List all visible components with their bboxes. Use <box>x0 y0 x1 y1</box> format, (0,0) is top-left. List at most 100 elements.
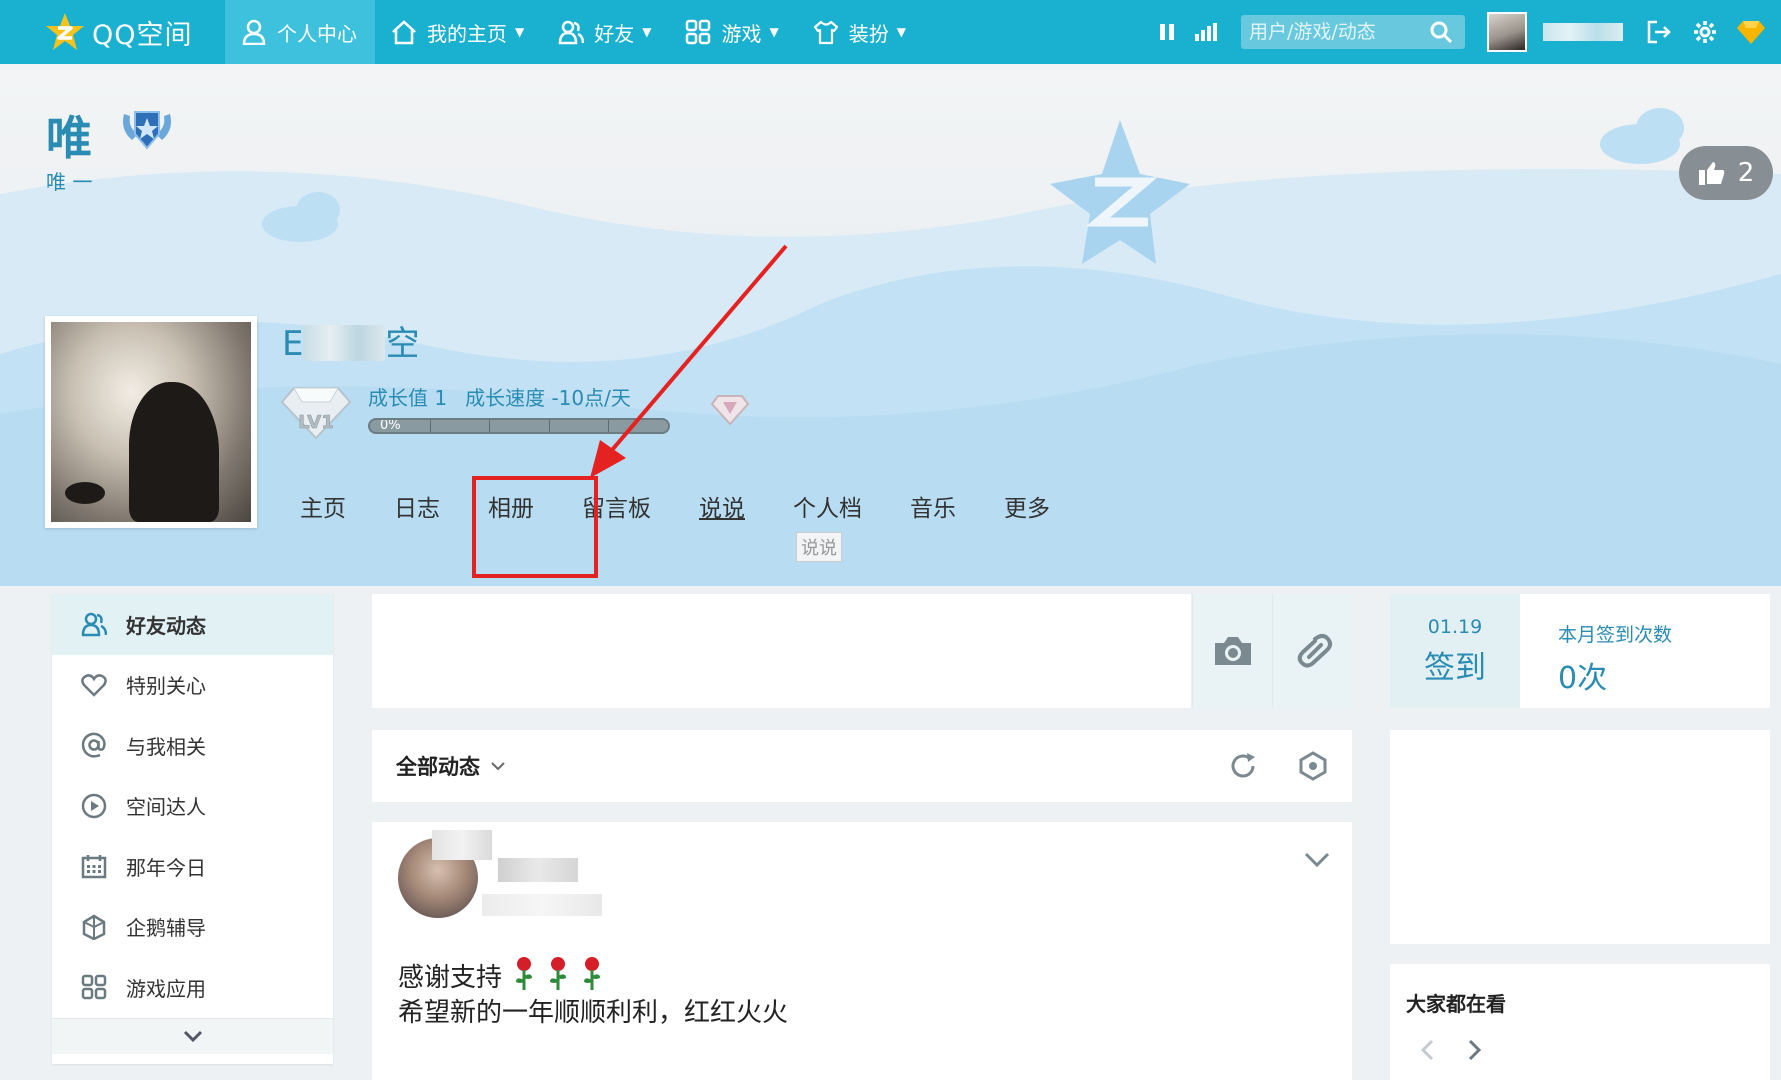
sidebar-item-label: 游戏应用 <box>126 976 206 1001</box>
vip-diamond-button[interactable] <box>1731 12 1771 52</box>
sidebar-expand-button[interactable] <box>52 1017 333 1054</box>
tooltip: 说说 <box>796 532 842 562</box>
winged-star-badge-icon[interactable] <box>118 104 176 152</box>
post-author-name-blurred[interactable] <box>498 858 578 882</box>
qzone-star-icon <box>46 13 84 50</box>
pause-icon <box>1160 24 1174 40</box>
refresh-icon[interactable] <box>1228 751 1258 781</box>
growth-progress-bar: 0% <box>368 418 670 434</box>
sign-in-count-value: 0次 <box>1558 661 1608 696</box>
sidebar-item-label: 特别关心 <box>126 674 206 699</box>
tab-1[interactable]: 日志 <box>394 489 440 523</box>
profile-photo[interactable] <box>45 316 257 528</box>
sign-in-count: 本月签到次数 0次 <box>1520 594 1672 708</box>
logout-button[interactable] <box>1639 12 1679 52</box>
thumbs-up-icon <box>1698 162 1725 185</box>
space-owner-name: 唯 <box>46 111 92 165</box>
sidebar-item-6[interactable]: 游戏应用 <box>52 957 333 1018</box>
nav-friends[interactable]: 好友 ▼ <box>542 0 669 64</box>
growth-speed: 成长速度 -10点/天 <box>465 386 631 410</box>
chevron-down-icon[interactable] <box>490 761 506 771</box>
at-icon <box>80 731 108 759</box>
post-line-2: 希望新的一年顺顺利利，红红火火 <box>398 998 789 1028</box>
shirt-icon <box>813 20 838 45</box>
sidebar-item-label: 企鹅辅导 <box>126 916 206 941</box>
gem-icon[interactable] <box>710 392 750 426</box>
chevron-down-icon: ▼ <box>642 25 652 39</box>
post-line-1: 感谢支持 <box>398 963 503 993</box>
rose-emoji-icon <box>550 957 567 990</box>
nav-my-homepage[interactable]: 我的主页 ▼ <box>375 0 542 64</box>
sidebar-item-label: 与我相关 <box>126 734 206 759</box>
pause-button[interactable] <box>1147 12 1187 52</box>
sidebar-item-label: 空间达人 <box>126 795 206 820</box>
sidebar-item-0[interactable]: 好友动态 <box>52 594 333 655</box>
feed-filter-bar: 全部动态 <box>372 730 1352 802</box>
sidebar-item-1[interactable]: 特别关心 <box>52 655 333 716</box>
qzone-logo[interactable]: QQ空间 <box>0 0 225 64</box>
space-owner-subtitle: 唯 一 <box>46 170 93 194</box>
friends-icon <box>80 610 108 638</box>
home-icon <box>392 20 416 45</box>
tab-5[interactable]: 个人档 <box>793 489 862 523</box>
username-blurred[interactable] <box>1543 23 1623 41</box>
chevron-left-icon[interactable] <box>1420 1039 1434 1061</box>
nav-games[interactable]: 游戏 ▼ <box>669 0 796 64</box>
sign-in-label: 签到 <box>1424 649 1486 686</box>
camera-icon <box>1214 637 1251 665</box>
tab-7[interactable]: 更多 <box>1004 489 1050 523</box>
highlight-box-album <box>472 476 598 578</box>
like-button[interactable]: 2 <box>1679 146 1773 200</box>
attach-link-button[interactable] <box>1272 594 1352 708</box>
main-nav: 个人中心 我的主页 ▼ 好友 ▼ 游戏 ▼ 装扮 ▼ <box>225 0 924 64</box>
post-menu-chevron-icon[interactable] <box>1304 852 1330 868</box>
sidebar-item-5[interactable]: 企鹅辅导 <box>52 897 333 958</box>
chevron-right-icon[interactable] <box>1468 1039 1482 1061</box>
nav-label: 装扮 <box>848 21 889 46</box>
profile-banner: 唯 唯 一 2 E空 LV1 成长值 1 成长速度 -10点/天 0% 主页 日志相… <box>0 64 1781 586</box>
stats-button[interactable] <box>1187 12 1227 52</box>
settings-button[interactable] <box>1685 12 1725 52</box>
level-diamond-icon[interactable]: LV1 <box>280 382 352 442</box>
sidebar-item-3[interactable]: 空间达人 <box>52 776 333 837</box>
sign-in-button[interactable]: 01.19 签到 <box>1390 594 1520 708</box>
logout-icon <box>1647 20 1671 44</box>
penguin-icon <box>80 913 108 941</box>
play-circle-icon <box>80 792 108 820</box>
tab-0[interactable]: 主页 <box>300 489 346 523</box>
user-avatar[interactable] <box>1487 12 1527 52</box>
tab-4[interactable]: 说说 <box>699 489 745 523</box>
feed-filter-dropdown[interactable]: 全部动态 <box>396 751 480 781</box>
nav-dressup[interactable]: 装扮 ▼ <box>797 0 924 64</box>
tab-6[interactable]: 音乐 <box>910 489 956 523</box>
like-count: 2 <box>1737 158 1755 188</box>
feed-post: 感谢支持 希望新的一年顺顺利利，红红火火 <box>372 822 1352 1080</box>
camera-button[interactable] <box>1192 594 1272 708</box>
level-label: LV1 <box>298 412 333 433</box>
user-icon <box>242 19 266 45</box>
diamond-icon <box>1737 21 1765 44</box>
composer-input[interactable] <box>372 594 1192 708</box>
nav-label: 好友 <box>594 21 635 46</box>
search-input[interactable] <box>1249 21 1429 43</box>
sidebar-item-4[interactable]: 那年今日 <box>52 836 333 897</box>
growth-value: 成长值 1 <box>368 386 448 410</box>
nav-personal-center[interactable]: 个人中心 <box>225 0 375 64</box>
nickname: E空 <box>282 316 419 365</box>
grid-icon <box>686 19 711 45</box>
topbar-right <box>1147 0 1781 64</box>
chevron-down-icon: ▼ <box>515 25 525 39</box>
sidebar-item-2[interactable]: 与我相关 <box>52 715 333 776</box>
nav-label: 个人中心 <box>277 21 357 46</box>
search-icon[interactable] <box>1429 20 1453 44</box>
profile-tabs: 主页 日志 相册 留言板 说说 个人档 音乐 更多 <box>300 489 1098 523</box>
feed-settings-icon[interactable] <box>1298 751 1328 781</box>
growth-info[interactable]: 成长值 1 成长速度 -10点/天 <box>368 382 649 411</box>
sign-in-card: 01.19 签到 本月签到次数 0次 <box>1390 594 1770 708</box>
sidebar-item-label: 好友动态 <box>126 613 206 638</box>
chevron-down-icon <box>183 1030 202 1042</box>
top-navigation-bar: QQ空间 个人中心 我的主页 ▼ 好友 ▼ 游戏 ▼ 装扮 ▼ <box>0 0 1781 64</box>
heart-icon <box>80 671 108 699</box>
search-box <box>1241 15 1465 49</box>
chevron-down-icon: ▼ <box>769 25 779 39</box>
